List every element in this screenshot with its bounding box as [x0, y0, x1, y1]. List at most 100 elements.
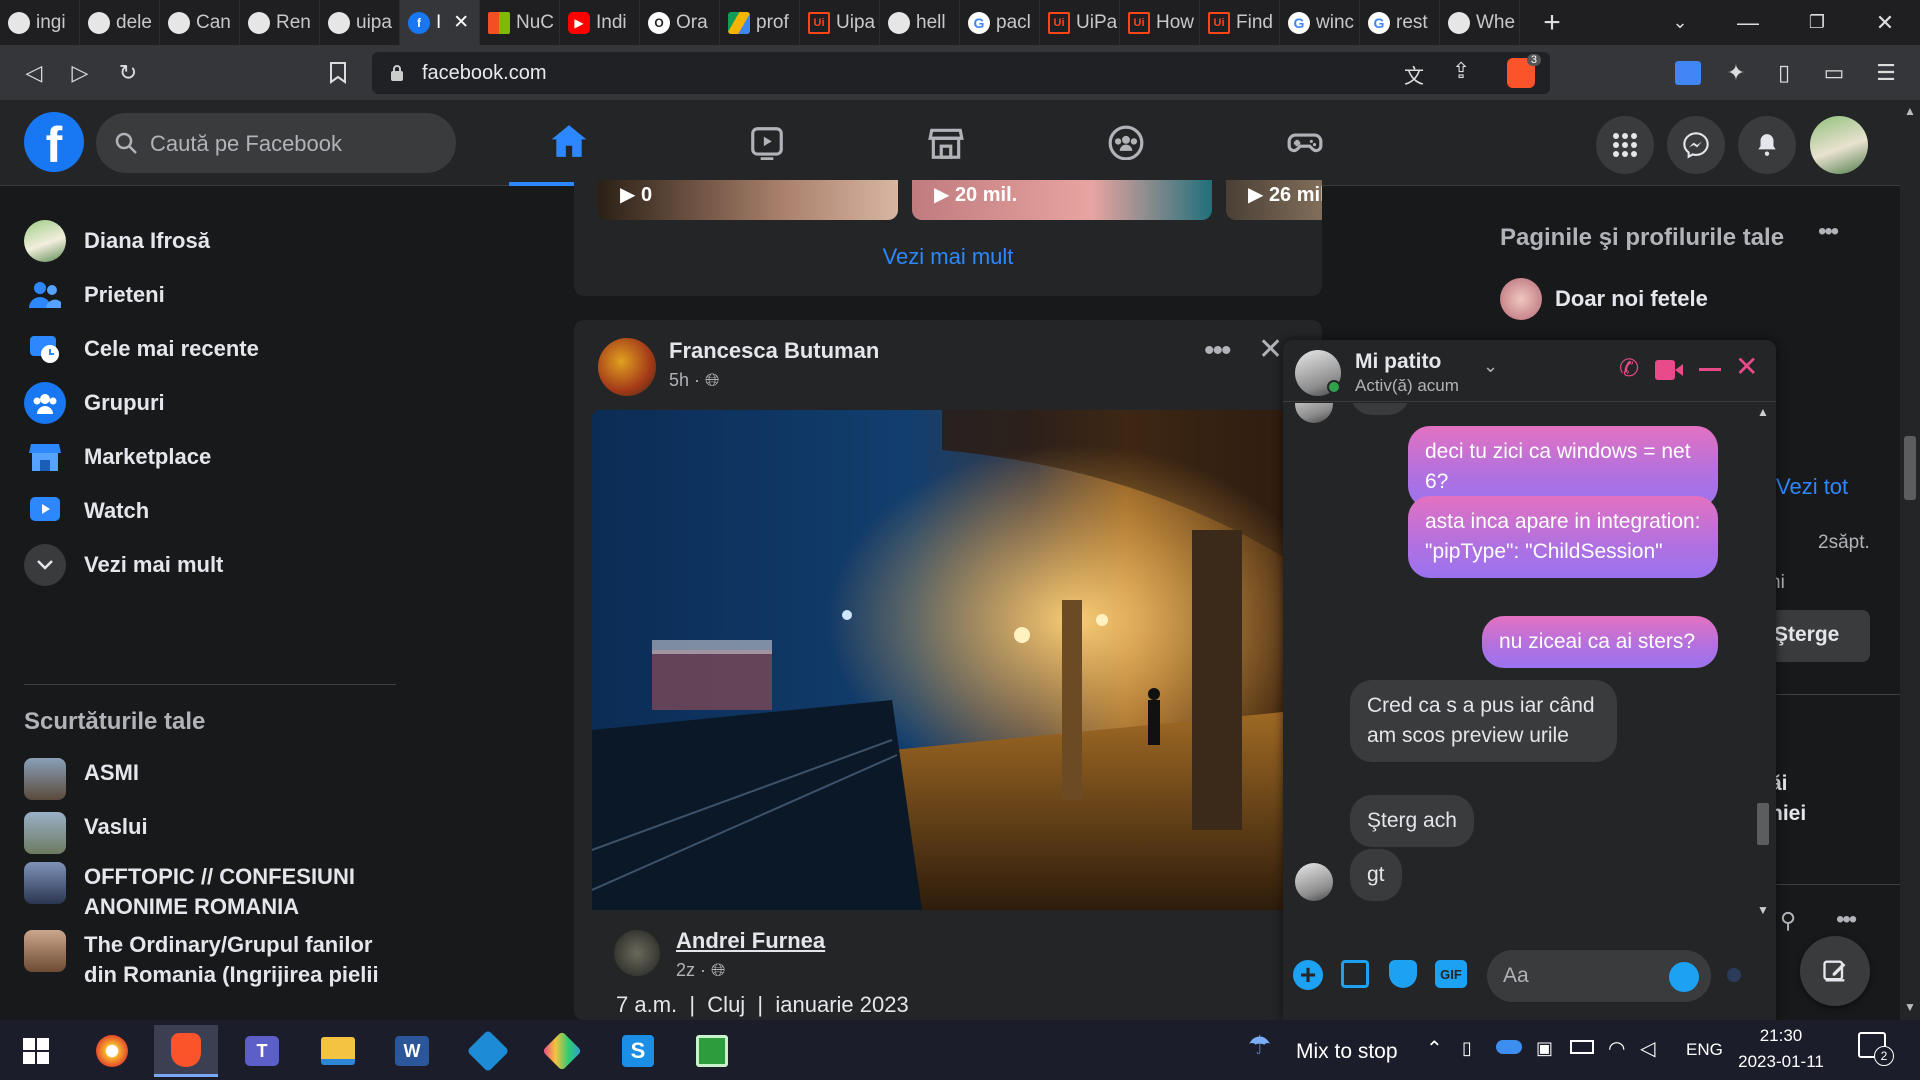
browser-tab[interactable]: Ui UiPa — [1040, 0, 1120, 45]
plus-icon[interactable]: + — [1293, 960, 1323, 990]
page-scrollbar[interactable]: ▲ ▼ — [1900, 100, 1920, 1020]
taskbar-app-teams[interactable]: T — [230, 1025, 294, 1077]
back-button[interactable]: ◁ — [14, 53, 54, 93]
post-time[interactable]: 5h — [669, 370, 689, 390]
message-input[interactable]: Aa — [1487, 950, 1711, 1002]
tray-icon[interactable]: ▯ — [1462, 1038, 1472, 1059]
close-window-button[interactable]: ✕ — [1855, 0, 1915, 45]
taskbar-app[interactable] — [680, 1025, 744, 1077]
more-options-icon[interactable]: ••• — [1818, 218, 1839, 246]
share-icon[interactable]: ⇪ — [1452, 58, 1470, 84]
chat-header[interactable]: Mi patito Activ(ă) acum ⌄ ✆ ✕ — [1283, 340, 1776, 402]
chat-scrollbar[interactable]: ▲ ▼ — [1755, 403, 1771, 923]
sidebar-item-vezi-mai-mult[interactable]: Vezi mai mult — [24, 540, 223, 590]
browser-tab[interactable]: NuC — [480, 0, 560, 45]
url-bar[interactable]: facebook.com 文 ⇪ 3 — [372, 52, 1550, 94]
sidebar-toggle-icon[interactable]: ▯ — [1764, 53, 1804, 93]
search-contacts-icon[interactable]: ⚲ — [1780, 908, 1796, 934]
sidebar-item-grupuri[interactable]: Grupuri — [24, 378, 165, 428]
menu-grid-button[interactable] — [1596, 116, 1654, 174]
browser-tab[interactable]: Grest — [1360, 0, 1440, 45]
shortcut-item[interactable]: OFFTOPIC // CONFESIUNI ANONIME ROMANIA — [24, 862, 384, 922]
forward-button[interactable]: ▷ — [60, 53, 100, 93]
shared-author[interactable]: Andrei Furnea — [676, 928, 825, 954]
restore-button[interactable]: ❐ — [1787, 0, 1847, 45]
browser-tab[interactable]: ▶ Indi — [560, 0, 640, 45]
bookmark-icon[interactable] — [318, 53, 358, 93]
menu-icon[interactable]: ☰ — [1866, 53, 1906, 93]
tray-icon[interactable]: ▣ — [1536, 1038, 1553, 1059]
sidebar-item-profile[interactable]: Diana Ifrosă — [24, 216, 210, 266]
avatar[interactable] — [598, 338, 656, 396]
browser-tab[interactable]: hell — [880, 0, 960, 45]
clock-time[interactable]: 21:30 — [1736, 1026, 1826, 1046]
browser-tab[interactable]: ingi — [0, 0, 80, 45]
facebook-logo[interactable]: f — [24, 112, 84, 172]
taskbar-app-word[interactable]: W — [380, 1025, 444, 1077]
taskbar-app[interactable] — [456, 1025, 520, 1077]
sticker-icon[interactable] — [1389, 960, 1417, 988]
notifications-button[interactable] — [1738, 116, 1796, 174]
browser-tab[interactable]: uipa — [320, 0, 400, 45]
avatar[interactable] — [614, 930, 660, 976]
close-chat-icon[interactable]: ✕ — [1735, 350, 1758, 383]
clock-date[interactable]: 2023-01-11 — [1736, 1052, 1826, 1072]
minimize-button[interactable]: — — [1718, 0, 1778, 45]
sidebar-item-marketplace[interactable]: Marketplace — [24, 432, 211, 482]
new-message-button[interactable] — [1800, 936, 1870, 1006]
reel-thumbnail[interactable]: ▶ 26 mil — [1226, 180, 1322, 220]
sidebar-item-watch[interactable]: Watch — [24, 486, 149, 536]
volume-icon[interactable]: ◁ — [1640, 1036, 1655, 1061]
page-name[interactable]: Doar noi fetele — [1555, 286, 1708, 312]
search-input[interactable]: Caută pe Facebook — [96, 113, 456, 173]
taskbar-app[interactable] — [530, 1025, 594, 1077]
phone-icon[interactable]: ✆ — [1619, 354, 1639, 383]
taskbar-app[interactable] — [80, 1025, 144, 1077]
shortcut-item[interactable]: ASMI — [24, 758, 384, 800]
avatar[interactable] — [1500, 278, 1542, 320]
sidebar-item-prieteni[interactable]: Prieteni — [24, 270, 165, 320]
notification-center-icon[interactable]: 2 — [1858, 1032, 1894, 1066]
taskbar-app-brave[interactable] — [154, 1025, 218, 1077]
taskbar-app[interactable]: S — [606, 1025, 670, 1077]
photo-icon[interactable] — [1341, 960, 1369, 988]
shared-time[interactable]: 2z — [676, 960, 695, 980]
wallet-icon[interactable]: ▭ — [1814, 53, 1854, 93]
onedrive-icon[interactable] — [1496, 1040, 1522, 1054]
sidebar-item-cele-mai-recente[interactable]: Cele mai recente — [24, 324, 259, 374]
browser-tab[interactable]: Gwinc — [1280, 0, 1360, 45]
see-more-link[interactable]: Vezi mai mult — [574, 244, 1322, 270]
browser-tab[interactable]: Ren — [240, 0, 320, 45]
video-call-icon[interactable] — [1655, 360, 1683, 380]
like-icon[interactable] — [1727, 968, 1741, 982]
reel-thumbnail[interactable]: ▶ 20 mil. — [912, 180, 1212, 220]
browser-tab[interactable]: prof — [720, 0, 800, 45]
browser-tab[interactable]: dele — [80, 0, 160, 45]
weather-text[interactable]: Mix to stop — [1296, 1040, 1398, 1064]
post-photo[interactable] — [592, 410, 1304, 910]
browser-tab[interactable]: Whe — [1440, 0, 1520, 45]
contacts-options-icon[interactable]: ••• — [1836, 906, 1857, 934]
close-tab-icon[interactable]: ✕ — [453, 11, 469, 34]
translate-icon[interactable]: 文 — [1404, 60, 1424, 89]
reload-button[interactable]: ↻ — [108, 53, 148, 93]
delete-button[interactable]: Şterge — [1770, 610, 1870, 662]
gif-icon[interactable]: GIF — [1435, 960, 1467, 988]
browser-tab[interactable]: Ui How — [1120, 0, 1200, 45]
extensions-icon[interactable]: ✦ — [1716, 53, 1756, 93]
emoji-icon[interactable] — [1669, 962, 1699, 992]
tab-search-icon[interactable]: ⌄ — [1650, 0, 1710, 45]
browser-tab[interactable]: Ui Find — [1200, 0, 1280, 45]
chevron-down-icon[interactable]: ⌄ — [1483, 356, 1498, 377]
language-indicator[interactable]: ENG — [1686, 1040, 1723, 1060]
browser-tab[interactable]: Gpacl — [960, 0, 1040, 45]
start-button[interactable] — [4, 1025, 68, 1077]
google-translate-icon[interactable] — [1668, 53, 1708, 93]
shortcut-item[interactable]: The Ordinary/Grupul fanilor din Romania … — [24, 930, 384, 990]
browser-tab[interactable]: Ui Uipa — [800, 0, 880, 45]
new-tab-button[interactable]: + — [1522, 0, 1582, 45]
chat-contact-name[interactable]: Mi patito — [1355, 350, 1441, 374]
see-all-link[interactable]: Vezi tot — [1776, 474, 1848, 500]
brave-shield-icon[interactable]: 3 — [1507, 54, 1541, 88]
browser-tab[interactable]: f I ✕ — [400, 0, 480, 45]
